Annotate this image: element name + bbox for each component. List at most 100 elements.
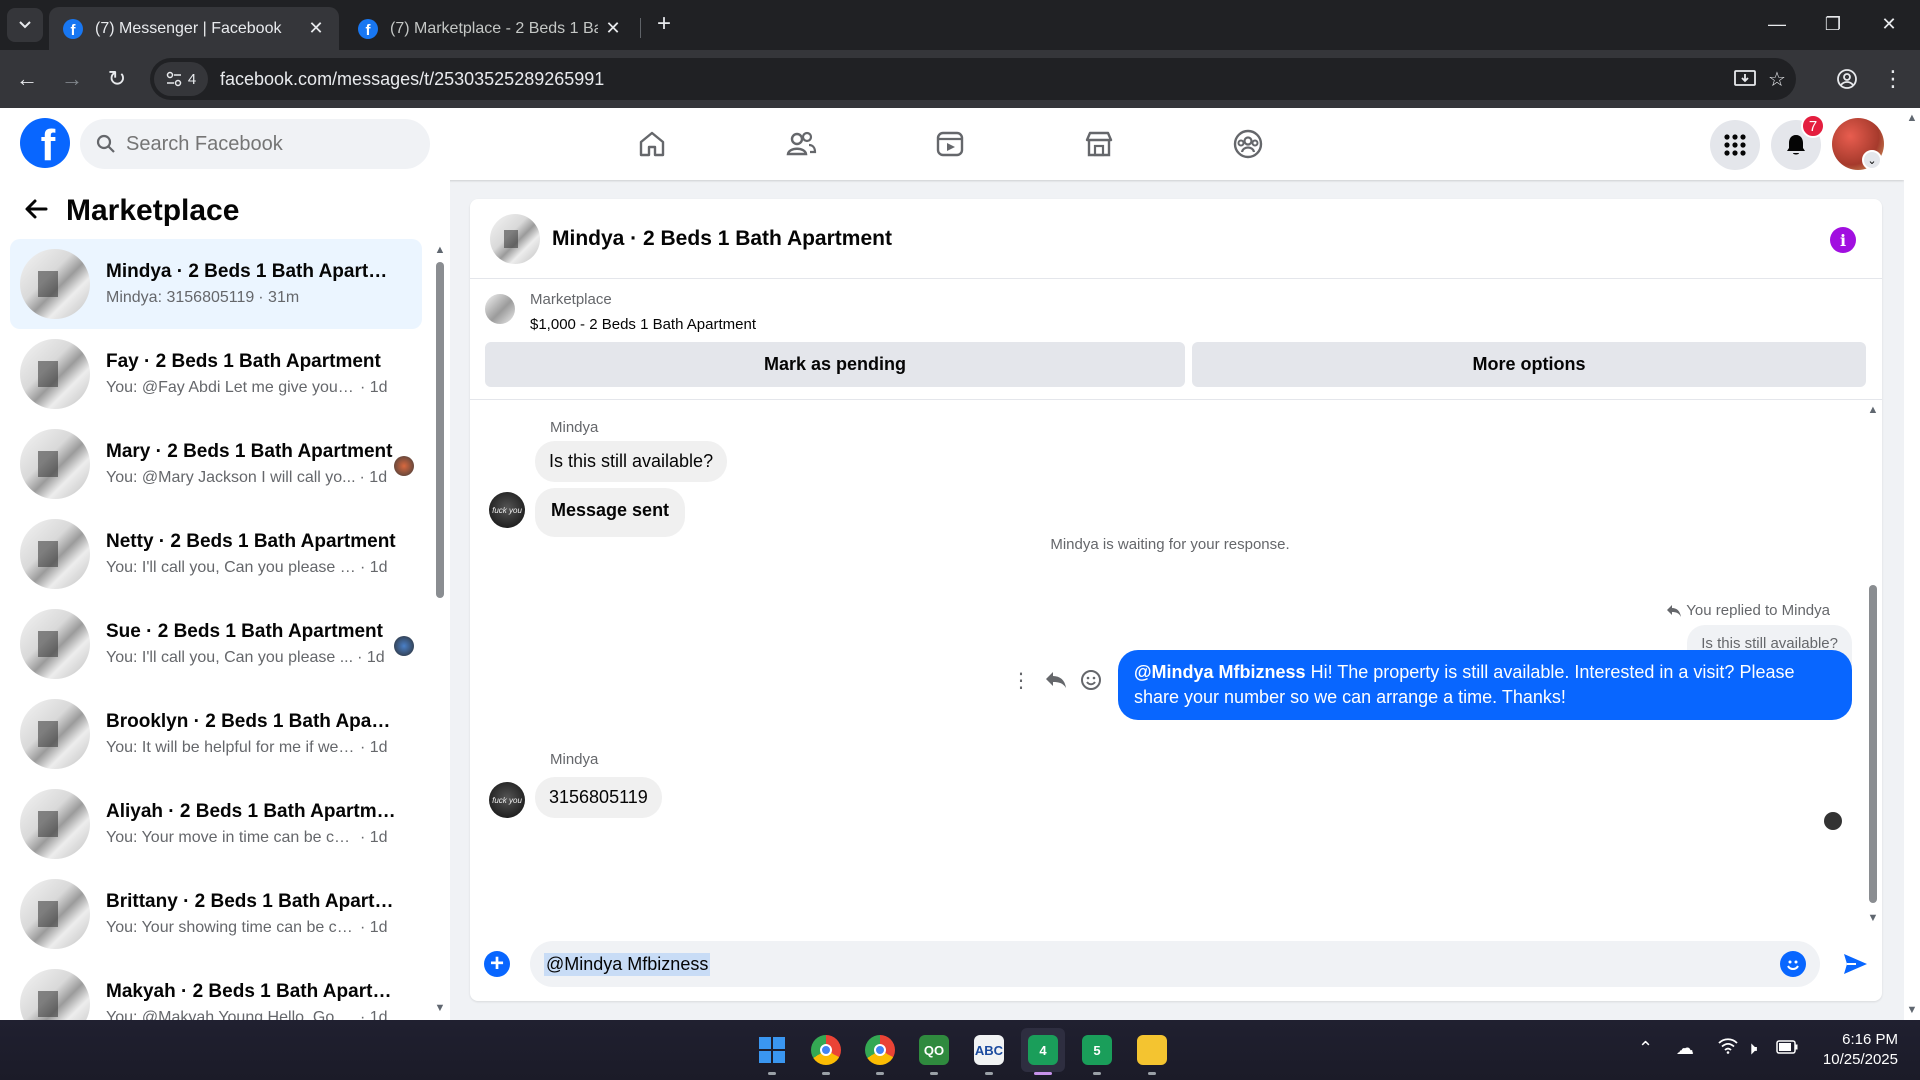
volume-icon[interactable]: 🕨 (1746, 1038, 1757, 1059)
message-input-value[interactable]: @Mindya Mfbizness (544, 952, 711, 976)
chat-title[interactable]: Mindya · 2 Beds 1 Bath Apartment (552, 227, 892, 251)
sender-avatar[interactable]: fuck you (489, 492, 525, 528)
notification-badge: 7 (1801, 114, 1825, 138)
scrollbar-thumb[interactable] (436, 262, 444, 598)
conversation-snippet: You: @Fay Abdi Let me give you a ... (106, 379, 356, 396)
conversation-time: · 1d (360, 379, 388, 396)
nav-marketplace[interactable] (1039, 116, 1159, 172)
add-attachment-button[interactable]: + (484, 951, 510, 977)
minimize-button[interactable]: — (1750, 8, 1804, 40)
tab-title: (7) Messenger | Facebook (95, 19, 282, 37)
scroll-down-arrow-icon[interactable]: ▼ (1906, 1004, 1918, 1016)
search-box[interactable] (80, 119, 430, 169)
reply-icon[interactable] (1041, 665, 1071, 695)
sidebar-scrollbar[interactable]: ▲ ▼ (434, 244, 446, 1014)
running-indicator (930, 1072, 938, 1075)
site-info-button[interactable]: 4 (154, 62, 208, 96)
conversation-item[interactable]: Mindya · 2 Beds 1 Bath Apartment Mindya: … (10, 239, 422, 329)
taskbar-app-app-5[interactable]: 5 (1075, 1028, 1119, 1075)
wifi-icon[interactable] (1718, 1038, 1738, 1059)
taskbar-app-windows-start[interactable] (750, 1028, 794, 1075)
back-arrow-icon[interactable] (24, 195, 48, 227)
profile-icon[interactable] (1830, 62, 1864, 96)
browser-menu-icon[interactable]: ⋮ (1876, 62, 1910, 96)
new-tab-button[interactable]: + (650, 10, 678, 38)
conversation-item[interactable]: Netty · 2 Beds 1 Bath Apartment You: I'll… (10, 509, 422, 599)
close-tab-icon[interactable]: ✕ (307, 18, 325, 39)
back-arrow-icon[interactable]: ← (10, 62, 44, 96)
bookmark-star-icon[interactable]: ☆ (1762, 64, 1792, 94)
scroll-up-arrow-icon[interactable]: ▲ (434, 244, 446, 256)
system-clock[interactable]: 6:16 PM 10/25/2025 (1823, 1030, 1898, 1070)
nav-groups[interactable] (1188, 116, 1308, 172)
listing-avatar[interactable] (490, 213, 540, 264)
taskbar-app-app-abc[interactable]: ABC (967, 1028, 1011, 1075)
reload-icon[interactable]: ↻ (100, 62, 134, 96)
close-tab-icon[interactable]: ✕ (604, 18, 622, 39)
menu-grid-button[interactable] (1710, 120, 1760, 170)
browser-tab-messenger[interactable]: f (7) Messenger | Facebook ✕ (49, 7, 339, 50)
restore-button[interactable]: ❐ (1806, 8, 1860, 40)
incoming-message[interactable]: Is this still available? (535, 441, 728, 482)
omnibox[interactable]: 4 facebook.com/messages/t/25303525289265… (150, 58, 1796, 100)
info-icon[interactable]: i (1830, 227, 1856, 253)
url-text[interactable]: facebook.com/messages/t/2530352528926599… (220, 69, 604, 90)
install-app-icon[interactable] (1730, 64, 1760, 94)
listing-price-title[interactable]: $1,000 - 2 Beds 1 Bath Apartment (530, 316, 756, 333)
nav-friends[interactable] (741, 116, 861, 172)
onedrive-icon[interactable]: ☁ (1676, 1038, 1694, 1059)
tab-search-button[interactable] (7, 8, 43, 42)
message-input[interactable]: @Mindya Mfbizness (530, 941, 1820, 987)
search-input[interactable] (126, 132, 386, 156)
conversation-item[interactable]: Makyah · 2 Beds 1 Bath Apartme... You: @M… (10, 959, 422, 1020)
conversation-name: Fay · 2 Beds 1 Bath Apartment (106, 351, 381, 372)
chevron-down-icon[interactable]: ⌄ (1862, 150, 1882, 170)
nav-home[interactable] (592, 116, 712, 172)
notifications-button[interactable]: 7 (1771, 114, 1825, 170)
conversation-item[interactable]: Mary · 2 Beds 1 Bath Apartment You: @Mary… (10, 419, 422, 509)
conversation-item[interactable]: Aliyah · 2 Beds 1 Bath Apartment You: You… (10, 779, 422, 869)
forward-arrow-icon[interactable]: → (55, 62, 89, 96)
listing-thumbnail (20, 339, 90, 409)
more-actions-icon[interactable]: ⋮ (1006, 665, 1036, 695)
close-window-button[interactable]: ✕ (1862, 8, 1916, 40)
conversation-item[interactable]: Brooklyn · 2 Beds 1 Bath Apartm... You: I… (10, 689, 422, 779)
taskbar-app-app-qo[interactable]: QO (912, 1028, 956, 1075)
mark-as-pending-button[interactable]: Mark as pending (485, 342, 1185, 387)
react-emoji-icon[interactable] (1076, 665, 1106, 695)
conversation-preview: You: @Makyah Young Hello, Good ... · 1d (106, 1009, 396, 1020)
reply-indicator: You replied to Mindya (1666, 602, 1830, 619)
conversation-text: Aliyah · 2 Beds 1 Bath Apartment You: You… (106, 801, 396, 847)
battery-icon[interactable] (1776, 1038, 1798, 1059)
scroll-up-arrow-icon[interactable]: ▲ (1906, 112, 1918, 124)
taskbar-app-app-4[interactable]: 4 (1021, 1028, 1065, 1075)
conversation-item[interactable]: Brittany · 2 Beds 1 Bath Apartme... You: … (10, 869, 422, 959)
nav-video[interactable] (890, 116, 1010, 172)
taskbar-app-file-explorer[interactable] (1130, 1028, 1174, 1075)
conversation-item[interactable]: Sue · 2 Beds 1 Bath Apartment You: I'll c… (10, 599, 422, 689)
more-options-button[interactable]: More options (1192, 342, 1866, 387)
thread-scrollbar[interactable]: ▲ ▼ (1866, 400, 1880, 937)
scroll-down-arrow-icon[interactable]: ▼ (1867, 912, 1879, 924)
send-icon[interactable] (1840, 949, 1870, 979)
emoji-icon[interactable] (1780, 951, 1806, 977)
chevron-up-icon[interactable]: ⌃ (1638, 1038, 1653, 1059)
conversation-text: Netty · 2 Beds 1 Bath Apartment You: I'll… (106, 531, 396, 577)
taskbar-app-chrome[interactable] (804, 1028, 848, 1075)
listing-thumbnail[interactable] (485, 294, 515, 324)
browser-tab-marketplace[interactable]: f (7) Marketplace - 2 Beds 1 Bath ✕ (344, 7, 636, 50)
scrollbar-thumb[interactable] (1869, 585, 1877, 903)
page-scrollbar[interactable]: ▲ ▼ (1904, 108, 1920, 1020)
incoming-message[interactable]: Message sent (535, 488, 686, 537)
sender-avatar[interactable]: fuck you (489, 782, 525, 818)
mention[interactable]: @Mindya Mfbizness (1134, 662, 1306, 682)
file-explorer-icon (1137, 1035, 1167, 1065)
incoming-message[interactable]: 3156805119 (535, 777, 662, 818)
taskbar-app-chrome-profile[interactable] (858, 1028, 902, 1075)
outgoing-message[interactable]: @Mindya Mfbizness Hi! The property is st… (1118, 650, 1852, 720)
scroll-up-arrow-icon[interactable]: ▲ (1867, 404, 1879, 416)
scroll-down-arrow-icon[interactable]: ▼ (434, 1002, 446, 1014)
facebook-logo[interactable]: f (20, 118, 70, 168)
conversation-item[interactable]: Fay · 2 Beds 1 Bath Apartment You: @Fay A… (10, 329, 422, 419)
conversation-name: Brooklyn · 2 Beds 1 Bath Apartm... (106, 711, 396, 732)
